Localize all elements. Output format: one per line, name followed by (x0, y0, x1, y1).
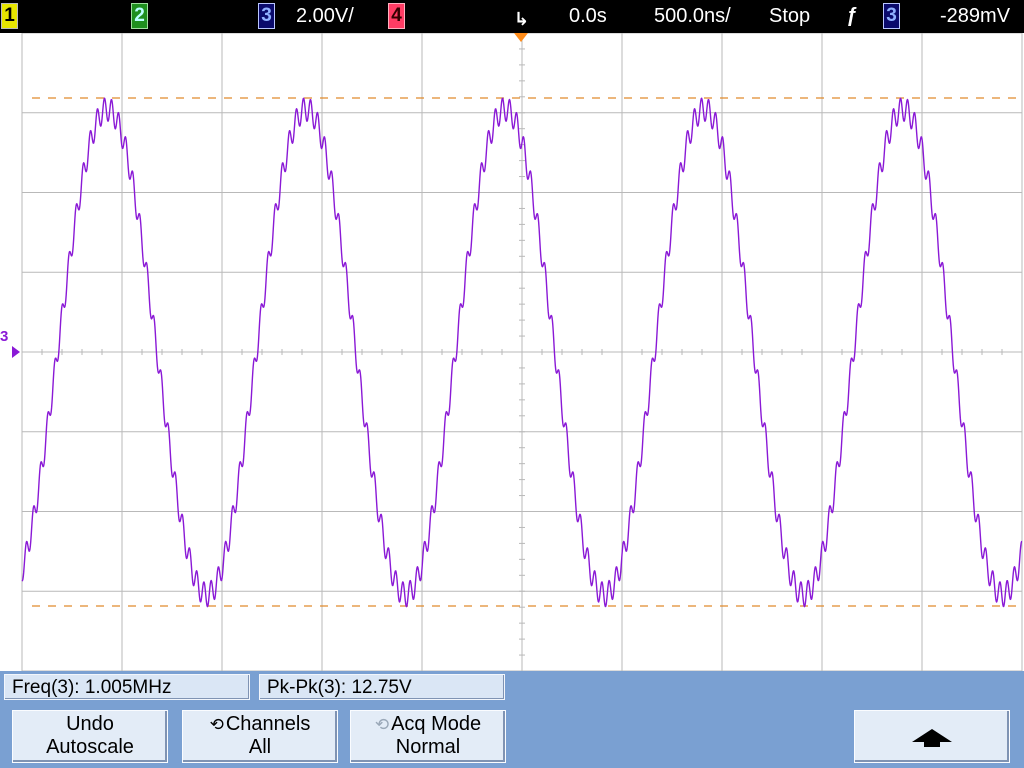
trigger-point-marker (514, 33, 528, 42)
undo-autoscale-label-2: Autoscale (46, 736, 134, 758)
waveform-display: 3 (0, 33, 1024, 671)
status-bar: 1 2 3 2.00V/ 4 ↳ 0.0s 500.0ns/ Stop ƒ 3 … (0, 0, 1024, 33)
run-state: Stop (769, 5, 811, 27)
channels-label-2: All (248, 736, 272, 758)
graticule (12, 33, 1023, 671)
time-delay: 0.0s (569, 5, 607, 27)
acq-mode-label-1: Acq Mode (391, 713, 482, 735)
channel-2-indicator[interactable]: 2 (131, 3, 148, 29)
undo-autoscale-button[interactable]: Undo Autoscale (12, 710, 168, 763)
channel-3-ground-marker[interactable]: 3 (0, 329, 8, 345)
undo-autoscale-label-1: Undo (66, 713, 114, 735)
time-base: 500.0ns/ (654, 5, 731, 27)
trigger-position-icon: ↳ (514, 9, 530, 29)
menu-up-button[interactable] (854, 710, 1010, 763)
channel-3-scale: 2.00V/ (296, 5, 354, 27)
channel-3-ground-arrow (12, 346, 20, 358)
channels-label-1: Channels (225, 713, 311, 735)
channel-3-indicator[interactable]: 3 (258, 3, 275, 29)
channel-4-indicator[interactable]: 4 (388, 3, 405, 29)
frequency-measurement: Freq(3): 1.005MHz (4, 674, 250, 700)
acq-mode-button[interactable]: ⟲ Acq Mode Normal (350, 710, 506, 763)
channel-1-indicator[interactable]: 1 (1, 3, 18, 29)
trigger-source-indicator: 3 (883, 3, 900, 29)
rising-edge-icon: ƒ (846, 5, 858, 27)
peak-to-peak-measurement: Pk-Pk(3): 12.75V (259, 674, 505, 700)
rotate-knob-icon: ⟲ (209, 715, 224, 734)
up-arrow-icon (912, 729, 952, 747)
trigger-level: -289mV (940, 5, 1011, 27)
rotate-knob-disabled-icon: ⟲ (374, 715, 390, 734)
channels-button[interactable]: ⟲ Channels All (182, 710, 338, 763)
acq-mode-label-2: Normal (395, 736, 461, 758)
